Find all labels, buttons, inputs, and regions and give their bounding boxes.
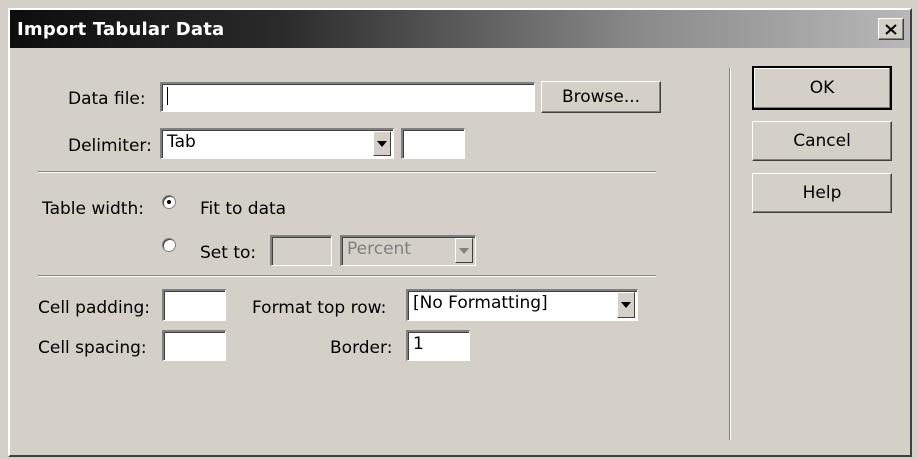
browse-button[interactable]: Browse... (541, 81, 661, 113)
fit-to-data-radio[interactable] (162, 195, 176, 209)
table-width-label: Table width: (42, 199, 144, 219)
data-file-input[interactable] (160, 82, 535, 112)
vertical-separator (729, 68, 731, 440)
cell-padding-label: Cell padding: (38, 298, 150, 318)
cancel-button-label: Cancel (793, 131, 851, 151)
delimiter-selected-value: Tab (160, 128, 394, 159)
help-button[interactable]: Help (752, 173, 892, 213)
delimiter-other-input[interactable] (401, 128, 465, 159)
fit-to-data-label: Fit to data (200, 199, 287, 219)
text-caret (167, 87, 168, 105)
border-input[interactable]: 1 (406, 330, 470, 361)
cell-spacing-input[interactable] (162, 330, 226, 361)
cell-padding-input[interactable] (162, 289, 226, 321)
close-button[interactable] (878, 18, 904, 40)
chevron-down-icon (459, 247, 469, 254)
data-file-label: Data file: (68, 89, 146, 109)
format-top-row-selected-value: [No Formatting] (406, 289, 638, 321)
cancel-button[interactable]: Cancel (752, 121, 892, 161)
title-bar[interactable]: Import Tabular Data (10, 10, 910, 48)
format-top-row-label: Format top row: (252, 298, 387, 318)
close-icon (885, 23, 897, 35)
browse-button-label: Browse... (561, 87, 641, 107)
ok-button-label: OK (809, 78, 835, 98)
window-title: Import Tabular Data (17, 19, 225, 40)
delimiter-dropdown-arrow[interactable] (373, 131, 391, 156)
delimiter-label: Delimiter: (68, 136, 152, 156)
width-unit-dropdown-arrow[interactable] (455, 238, 473, 263)
border-value: 1 (413, 334, 424, 354)
set-to-radio[interactable] (162, 238, 176, 252)
format-top-row-dropdown-arrow[interactable] (617, 292, 635, 318)
separator (38, 275, 656, 277)
help-button-label: Help (802, 183, 842, 203)
cell-spacing-label: Cell spacing: (38, 338, 147, 358)
border-label: Border: (330, 338, 393, 358)
set-to-width-input[interactable] (270, 235, 332, 266)
format-top-row-select[interactable]: [No Formatting] (406, 289, 638, 321)
separator (38, 171, 656, 173)
set-to-label: Set to: (200, 243, 257, 263)
chevron-down-icon (621, 302, 631, 308)
ok-button[interactable]: OK (752, 66, 892, 110)
chevron-down-icon (377, 140, 387, 147)
width-unit-select[interactable]: Percent (340, 235, 476, 266)
delimiter-select[interactable]: Tab (160, 128, 394, 159)
